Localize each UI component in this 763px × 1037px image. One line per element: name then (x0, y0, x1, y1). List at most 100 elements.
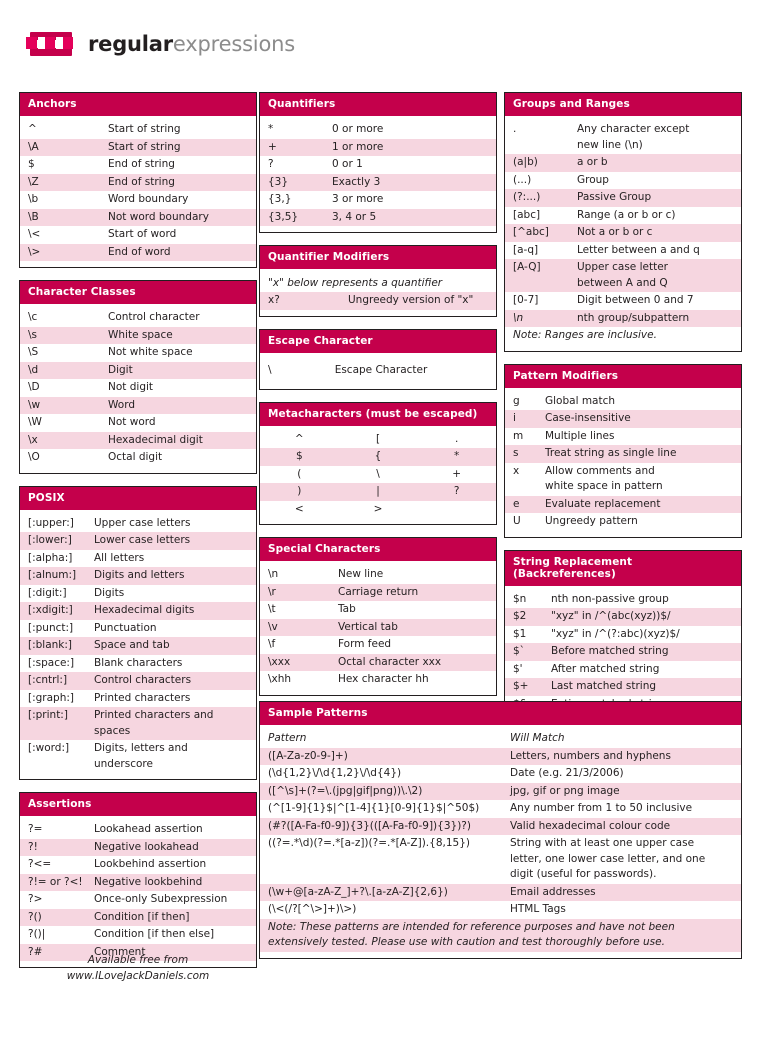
section-title: Sample Patterns (260, 702, 741, 725)
row-value: New line (338, 568, 384, 580)
row-key: \v (268, 620, 278, 633)
sample-pattern-row: (\w+@[a-zA-Z_]+?\.[a-zA-Z]{2,6}) Email ad… (260, 883, 741, 901)
table-row: \f Form feed (260, 636, 496, 654)
row-value: Upper case letters (94, 516, 191, 529)
section-body: \n New line \r Carriage return \t Tab \v Vertic… (260, 561, 496, 695)
row-value: Evaluate replacement (545, 497, 661, 510)
table-row: $' After matched string (505, 661, 741, 679)
row-key: \O (28, 451, 40, 463)
table-row: [^abc] Not a or b or c (505, 224, 741, 242)
row-key: $` (513, 645, 525, 657)
row-key: \A (28, 140, 39, 153)
row-value: Digit (108, 363, 133, 376)
row-key: ?! (28, 840, 38, 853)
row-key: [:xdigit:] (28, 604, 73, 616)
column-left: Anchors ^ Start of string \A Start of strin… (19, 92, 257, 980)
table-row: e Evaluate replacement (505, 495, 741, 513)
row-key: [:alnum:] (28, 569, 77, 581)
row-key: + (268, 140, 277, 153)
table-row: {3,} 3 or more (260, 191, 496, 209)
table-row: x? Ungreedy version of "x" (260, 292, 496, 310)
table-row: \B Not word boundary (20, 208, 256, 226)
table-row: \n New line (260, 566, 496, 584)
row-value: Digits and letters (94, 569, 185, 581)
sample-pattern-regex: (^[1-9]{1}$|^[1-4]{1}[0-9]{1}$|^50$) (268, 802, 480, 814)
row-key: $1 (513, 627, 527, 640)
table-row: [:space:] Blank characters (20, 655, 256, 673)
row-value: a or b (577, 156, 608, 168)
row-key: [abc] (513, 208, 541, 221)
row-key: \b (28, 193, 39, 205)
sample-pattern-row: ([A-Za-z0-9-]+) Letters, numbers and hyph… (260, 747, 741, 765)
table-row: \t Tab (260, 601, 496, 619)
row-value: Negative lookbehind (94, 875, 203, 888)
table-row: g Global match (505, 393, 741, 411)
section-body: Pattern Will Match ([A-Za-z0-9-]+) Letter… (260, 725, 741, 958)
row-value: Before matched string (551, 645, 669, 657)
row-value: Digit between 0 and 7 (577, 294, 694, 306)
table-row: \v Vertical tab (260, 618, 496, 636)
row-key: \s (28, 328, 38, 341)
table-row: \n nth group/subpattern (505, 309, 741, 327)
sample-pattern-row: ((?=.*\d)(?=.*[a-z])(?=.*[A-Z]).{8,15}) S… (260, 835, 741, 884)
metacharacter-cell: [ (375, 432, 381, 445)
sample-pattern-regex: ((?=.*\d)(?=.*[a-z])(?=.*[A-Z]).{8,15}) (268, 837, 470, 849)
row-key: [:print:] (28, 709, 68, 721)
table-row: ?() Condition [if then] (20, 908, 256, 926)
row-value: Ungreedy pattern (545, 515, 638, 527)
table-row: . Any character except new line (\n) (505, 121, 741, 154)
col-header-pattern: Pattern (268, 732, 307, 744)
row-key: U (513, 515, 521, 527)
row-key: $+ (513, 680, 529, 692)
table-row: [A-Q] Upper case letter between A and Q (505, 259, 741, 292)
footer-line-2: www.ILoveJackDaniels.com (66, 970, 210, 982)
table-row: ?<= Lookbehind assertion (20, 856, 256, 874)
table-row: \r Carriage return (260, 583, 496, 601)
row-value: Multiple lines (545, 429, 615, 442)
sample-pattern-row: (\d{1,2}\/\d{1,2}\/\d{4}) Date (e.g. 21/3… (260, 765, 741, 783)
metacharacter-cell: ( (297, 467, 302, 480)
row-value: Condition [if then else] (94, 928, 215, 940)
metacharacter-row: < > (260, 501, 496, 519)
table-row: ?= Lookahead assertion (20, 821, 256, 839)
section-character-classes: Character Classes \c Control character \s W… (19, 280, 257, 474)
table-row: [:digit:] Digits (20, 585, 256, 603)
table-row: * 0 or more (260, 121, 496, 139)
row-value: Not white space (108, 346, 193, 358)
section-title: Character Classes (20, 281, 256, 304)
row-key: \n (513, 311, 524, 324)
table-row: $+ Last matched string (505, 678, 741, 696)
row-key: \Z (28, 175, 39, 188)
metacharacter-cell: ^ (294, 432, 304, 445)
column-middle: Quantifiers * 0 or more +1 or more? 0 or 1 {… (259, 92, 497, 708)
row-value: 1 or more (332, 140, 384, 153)
section-title: Groups and Ranges (505, 93, 741, 116)
table-row: s Treat string as single line (505, 445, 741, 463)
row-key: [:upper:] (28, 516, 74, 529)
table-row: \b Word boundary (20, 191, 256, 209)
row-value: Last matched string (551, 680, 657, 692)
row-key: \S (28, 346, 39, 358)
row-key: (a|b) (513, 156, 538, 168)
table-row: \s White space (20, 326, 256, 344)
row-key: \d (28, 363, 39, 376)
table-row: \xxx Octal character xxx (260, 653, 496, 671)
row-key: \r (268, 585, 276, 598)
sample-pattern-regex: ([^\s]+(?=\.(jpg|gif|png))\.\2) (268, 784, 423, 797)
escape-character-value: Escape Character (334, 363, 428, 376)
sample-patterns-note: Note: These patterns are intended for re… (260, 918, 741, 952)
logo-word-expressions: expressions (172, 31, 295, 56)
row-key: e (513, 497, 520, 510)
section-posix: POSIX [:upper:] Upper case letters [:lower… (19, 485, 257, 780)
metacharacter-cell: ) (297, 485, 302, 497)
sample-pattern-match: Any number from 1 to 50 inclusive (510, 802, 693, 814)
table-row: \A Start of string (20, 138, 256, 156)
footer-line-1: Available free from (87, 954, 189, 966)
row-key: g (513, 394, 520, 407)
metacharacter-row: ^ [. (260, 431, 496, 449)
row-key: [:alpha:] (28, 551, 73, 564)
row-value: Allow comments and white space in pattern (545, 464, 663, 493)
row-value: 3 or more (332, 193, 384, 205)
section-body: \ Escape Character (260, 353, 496, 389)
row-key: ?() (28, 910, 42, 923)
